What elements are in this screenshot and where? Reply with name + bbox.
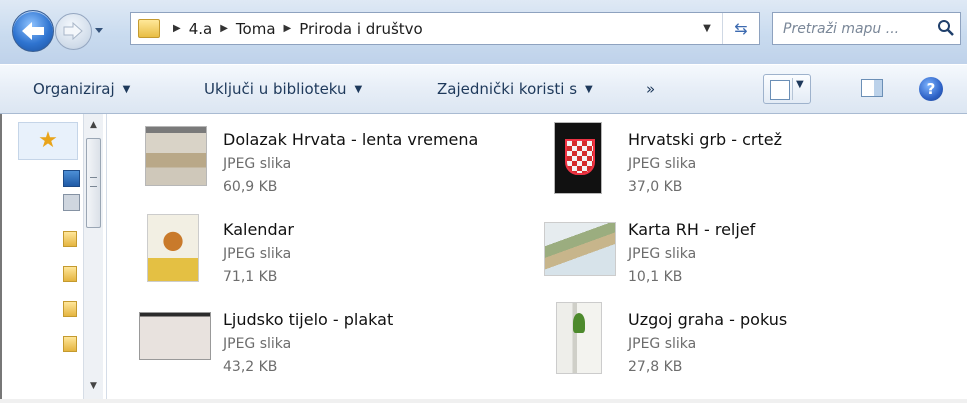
file-thumbnail xyxy=(554,122,602,194)
refresh-button[interactable]: ⇆ xyxy=(722,13,759,44)
share-with-label: Zajednički koristi s xyxy=(437,80,578,98)
breadcrumb: ▶ 4.a ▶ Toma ▶ Priroda i društvo xyxy=(165,13,423,44)
scroll-down-icon[interactable]: ▼ xyxy=(84,377,103,395)
back-button[interactable] xyxy=(12,10,54,52)
star-icon: ★ xyxy=(38,128,58,153)
file-thumbnail xyxy=(139,312,211,360)
file-item[interactable]: Karta RH - reljef JPEG slika 10,1 KB xyxy=(544,208,944,288)
breadcrumb-item-4a[interactable]: 4.a xyxy=(189,20,213,38)
preview-pane-button[interactable] xyxy=(861,79,883,97)
address-bar[interactable]: ▶ 4.a ▶ Toma ▶ Priroda i društvo ▼ ⇆ xyxy=(130,12,760,45)
address-history-dropdown[interactable]: ▼ xyxy=(697,13,717,44)
folder-icon[interactable] xyxy=(63,301,77,317)
organize-label: Organiziraj xyxy=(33,80,115,98)
navigation-pane: ★ ▲ ▼ xyxy=(0,114,107,403)
grb-icon xyxy=(565,139,595,175)
chevron-down-icon: ▼ xyxy=(122,83,131,95)
file-size: 10,1 KB xyxy=(628,269,683,285)
chevron-down-icon: ▼ xyxy=(585,83,593,95)
file-name: Uzgoj graha - pokus xyxy=(628,310,788,329)
scroll-up-icon[interactable]: ▲ xyxy=(84,116,103,134)
breadcrumb-item-priroda[interactable]: Priroda i društvo xyxy=(299,20,423,38)
search-box[interactable] xyxy=(772,12,961,45)
more-commands-button[interactable]: » xyxy=(646,65,655,113)
nav-scrollbar[interactable]: ▲ ▼ xyxy=(83,114,103,403)
file-thumbnail xyxy=(147,214,199,282)
file-name: Ljudsko tijelo - plakat xyxy=(223,310,394,329)
plant-icon xyxy=(573,313,585,333)
chevron-down-icon: ▼ xyxy=(354,83,363,95)
change-view-button[interactable]: ▼ xyxy=(763,74,811,104)
file-thumbnail xyxy=(145,126,207,186)
help-icon[interactable]: ? xyxy=(919,77,943,101)
network-icon[interactable] xyxy=(63,194,80,211)
chevron-down-icon[interactable]: ▼ xyxy=(796,79,804,90)
file-item[interactable]: Uzgoj graha - pokus JPEG slika 27,8 KB xyxy=(544,300,944,380)
breadcrumb-separator-icon[interactable]: ▶ xyxy=(173,23,181,34)
breadcrumb-separator-icon[interactable]: ▶ xyxy=(220,23,228,34)
file-item[interactable]: Kalendar JPEG slika 71,1 KB xyxy=(107,208,507,288)
file-type: JPEG slika xyxy=(628,246,697,262)
file-thumbnail xyxy=(556,302,602,374)
file-size: 43,2 KB xyxy=(223,359,278,375)
file-thumbnail xyxy=(544,222,616,276)
folder-icon[interactable] xyxy=(63,231,77,247)
breadcrumb-separator-icon[interactable]: ▶ xyxy=(284,23,292,34)
file-size: 60,9 KB xyxy=(223,179,278,195)
scroll-thumb[interactable] xyxy=(86,138,101,228)
file-name: Karta RH - reljef xyxy=(628,220,756,239)
file-type: JPEG slika xyxy=(628,156,697,172)
file-name: Dolazak Hrvata - lenta vremena xyxy=(223,130,479,149)
file-type: JPEG slika xyxy=(223,246,292,262)
command-toolbar: Organiziraj ▼ Uključi u biblioteku ▼ Zaj… xyxy=(0,64,967,114)
folder-icon xyxy=(138,19,160,38)
file-item[interactable]: Ljudsko tijelo - plakat JPEG slika 43,2 … xyxy=(107,300,507,380)
status-divider xyxy=(0,399,967,403)
magnifier-icon[interactable] xyxy=(936,18,956,38)
view-separator xyxy=(792,78,793,100)
breadcrumb-item-toma[interactable]: Toma xyxy=(236,20,276,38)
more-label: » xyxy=(646,80,656,98)
file-type: JPEG slika xyxy=(628,336,697,352)
file-size: 71,1 KB xyxy=(223,269,278,285)
forward-arrow-icon xyxy=(63,21,83,41)
file-type: JPEG slika xyxy=(223,336,292,352)
refresh-icon: ⇆ xyxy=(734,19,748,38)
grip-icon xyxy=(90,177,97,187)
window-border xyxy=(0,114,14,403)
file-name: Hrvatski grb - crtež xyxy=(628,130,783,149)
file-size: 37,0 KB xyxy=(628,179,683,195)
file-item[interactable]: Hrvatski grb - crtež JPEG slika 37,0 KB xyxy=(544,120,944,200)
navigation-bar: ▶ 4.a ▶ Toma ▶ Priroda i društvo ▼ ⇆ xyxy=(0,0,967,64)
folder-icon[interactable] xyxy=(63,266,77,282)
view-details-icon xyxy=(770,80,790,100)
folder-icon[interactable] xyxy=(63,336,77,352)
include-library-label: Uključi u biblioteku xyxy=(204,80,347,98)
favorites-item[interactable]: ★ xyxy=(18,122,78,160)
file-list: Dolazak Hrvata - lenta vremena JPEG slik… xyxy=(107,114,967,403)
recent-pages-dropdown-icon[interactable] xyxy=(93,20,105,40)
forward-button[interactable] xyxy=(55,13,92,50)
file-type: JPEG slika xyxy=(223,156,292,172)
organize-menu[interactable]: Organiziraj ▼ xyxy=(33,65,130,113)
search-input[interactable] xyxy=(781,18,935,40)
file-item[interactable]: Dolazak Hrvata - lenta vremena JPEG slik… xyxy=(107,120,507,200)
include-in-library-menu[interactable]: Uključi u biblioteku ▼ xyxy=(204,65,362,113)
desktop-icon[interactable] xyxy=(63,170,80,187)
file-size: 27,8 KB xyxy=(628,359,683,375)
back-arrow-icon xyxy=(22,22,44,40)
file-name: Kalendar xyxy=(223,220,294,239)
share-with-menu[interactable]: Zajednički koristi s ▼ xyxy=(437,65,593,113)
